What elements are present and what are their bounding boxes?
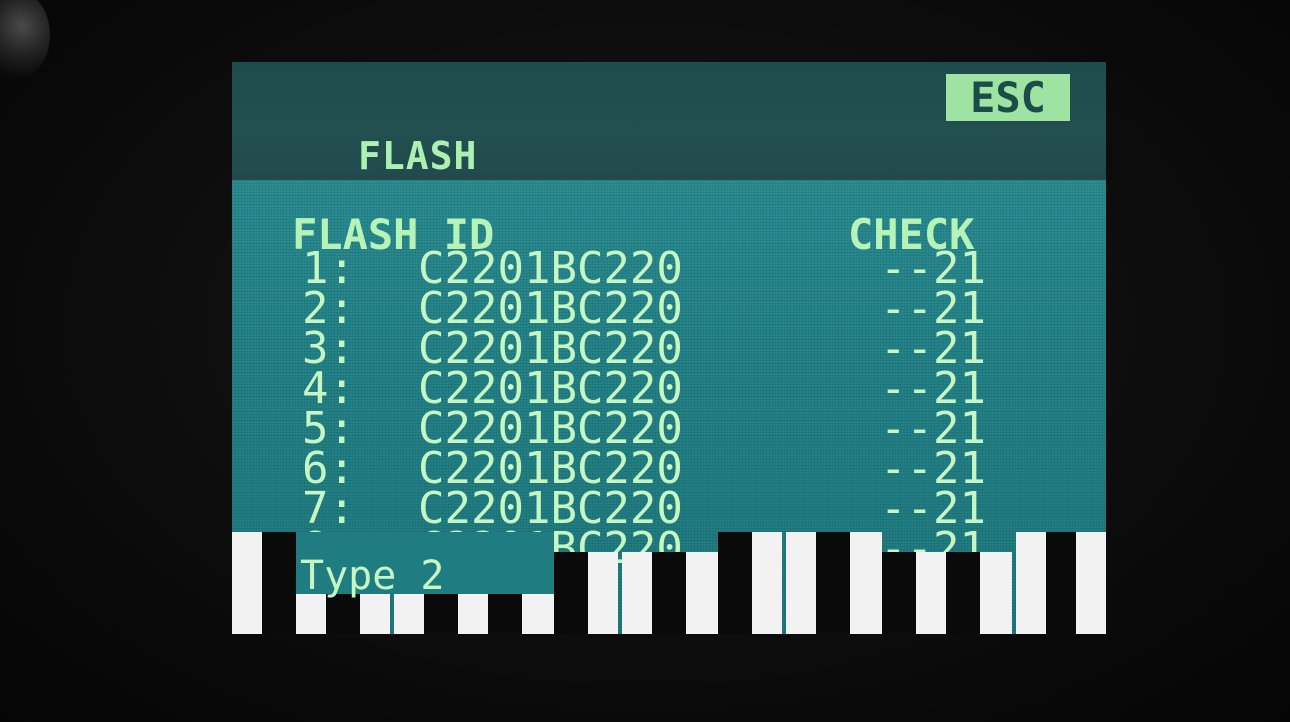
white-key[interactable] <box>296 594 326 634</box>
white-key[interactable] <box>980 552 1012 634</box>
screen-header: ESC FLASH <box>232 62 1106 180</box>
lcd-screen: ESC FLASH FLASH ID CHECK 1: C2201BC220 -… <box>232 62 1106 634</box>
white-key[interactable] <box>786 532 816 634</box>
black-key[interactable] <box>554 552 588 634</box>
black-key[interactable] <box>718 532 752 634</box>
black-key[interactable] <box>488 594 522 634</box>
black-key[interactable] <box>1046 532 1076 634</box>
page-title: FLASH <box>358 134 478 178</box>
white-key[interactable] <box>458 594 488 634</box>
white-key[interactable] <box>588 552 618 634</box>
black-key[interactable] <box>882 552 916 634</box>
white-key[interactable] <box>622 552 652 634</box>
black-key[interactable] <box>946 552 980 634</box>
white-key[interactable] <box>916 552 946 634</box>
black-key[interactable] <box>326 594 360 634</box>
black-key[interactable] <box>424 594 458 634</box>
black-key[interactable] <box>652 552 686 634</box>
white-key[interactable] <box>686 552 718 634</box>
white-key[interactable] <box>394 594 424 634</box>
black-key[interactable] <box>262 532 296 634</box>
black-key[interactable] <box>816 532 850 634</box>
white-key[interactable] <box>752 532 782 634</box>
white-key[interactable] <box>1016 532 1046 634</box>
white-key[interactable] <box>522 594 554 634</box>
white-key[interactable] <box>360 594 390 634</box>
white-key[interactable] <box>850 532 882 634</box>
esc-button[interactable]: ESC <box>946 74 1070 121</box>
white-key[interactable] <box>1076 532 1106 634</box>
type-label: Type 2 <box>300 553 445 599</box>
white-key[interactable] <box>232 532 262 634</box>
